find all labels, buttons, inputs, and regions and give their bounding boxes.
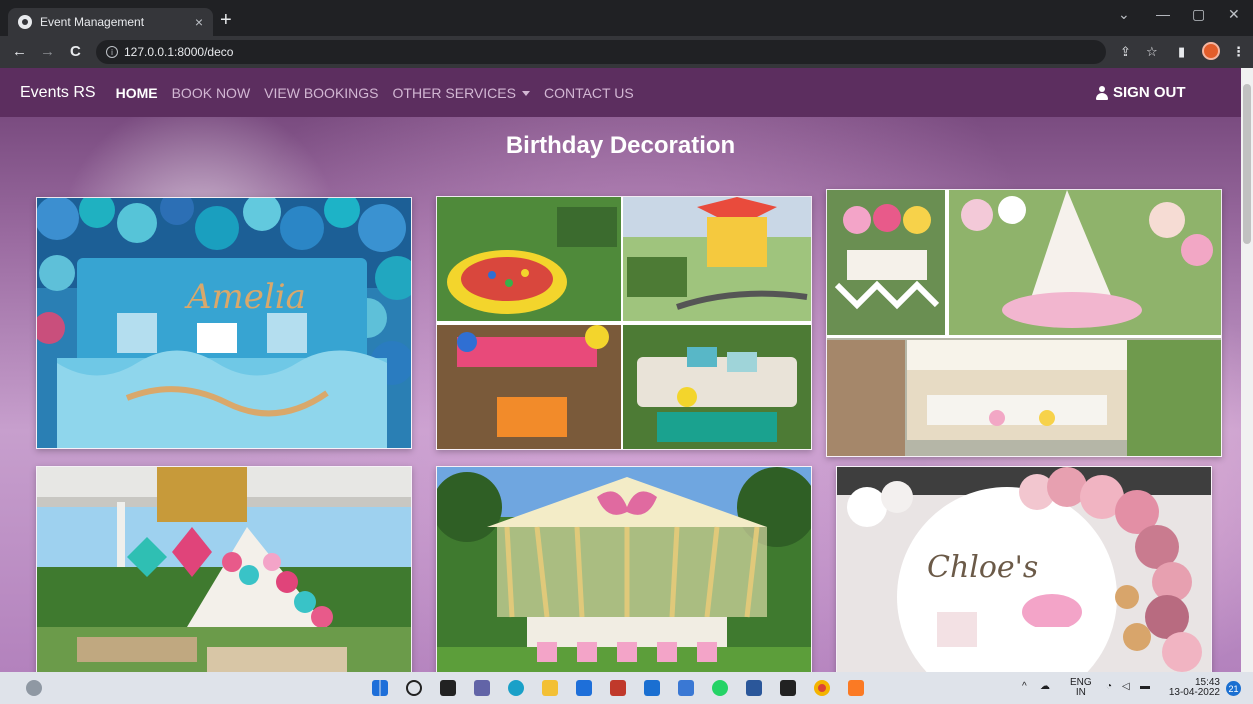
site-info-icon[interactable]: i — [106, 46, 118, 58]
nav-other-services-label: OTHER SERVICES — [392, 84, 516, 101]
photo-butterfly-canopy — [436, 466, 812, 672]
chloes-text: Chloe's — [927, 550, 1038, 585]
start-icon[interactable] — [372, 680, 388, 696]
battery-icon[interactable]: ▬ — [1140, 682, 1150, 692]
page-scrollbar[interactable] — [1241, 68, 1253, 672]
photo-pastel-picnic-collage — [826, 189, 1222, 457]
address-bar-row: ← → C i 127.0.0.1:8000/deco ⇪ ☆ ▮ ⋮ — [0, 36, 1253, 68]
side-panel-icon[interactable]: ▮ — [1178, 44, 1185, 60]
nav-home[interactable]: HOME — [116, 85, 158, 101]
browser-menu-icon[interactable]: ⋮ — [1232, 44, 1245, 60]
clock[interactable]: 15:43 13-04-2022 — [1168, 678, 1220, 698]
new-tab-button[interactable]: + — [220, 10, 232, 30]
nav-book-now[interactable]: BOOK NOW — [172, 85, 251, 101]
nav-view-bookings[interactable]: VIEW BOOKINGS — [264, 85, 378, 101]
word-icon[interactable] — [746, 680, 762, 696]
notification-badge[interactable]: 21 — [1226, 681, 1241, 696]
photo-pergola-tent-party — [36, 466, 412, 672]
page-viewport: Events RS HOME BOOK NOW VIEW BOOKINGS OT… — [0, 68, 1253, 672]
url-text: 127.0.0.1:8000/deco — [124, 45, 234, 59]
photo-pink-balloon-arch: Chloe's — [836, 466, 1212, 672]
bookmark-star-icon[interactable]: ☆ — [1146, 44, 1158, 60]
reload-button[interactable]: C — [70, 43, 81, 60]
task-view-icon[interactable] — [440, 680, 456, 696]
whatsapp-icon[interactable] — [712, 680, 728, 696]
forward-button[interactable]: → — [40, 43, 55, 60]
photo-garden-party-collage — [436, 196, 812, 450]
page-title: Birthday Decoration — [505, 132, 736, 159]
browser-tab-bar: Event Management × + ⌄ — ▢ ✕ — [0, 0, 1253, 36]
wifi-icon[interactable]: ◔ — [1106, 682, 1112, 692]
photo-blue-balloon-backdrop: Amelia — [36, 197, 412, 449]
tray-weather-icon[interactable]: ☁ — [1040, 682, 1050, 692]
scrollbar-thumb[interactable] — [1243, 84, 1251, 244]
xampp-icon[interactable] — [848, 680, 864, 696]
volume-icon[interactable]: ◁ — [1122, 682, 1130, 692]
search-icon[interactable] — [406, 680, 422, 696]
back-button[interactable]: ← — [12, 43, 27, 60]
amelia-text: Amelia — [184, 277, 306, 317]
taskbar: ^ ☁ ENG IN ◔ ◁ ▬ 15:43 13-04-2022 21 — [0, 672, 1253, 704]
brand-link[interactable]: Events RS — [20, 84, 96, 102]
terminal-icon[interactable] — [780, 680, 796, 696]
chrome-icon[interactable] — [814, 680, 830, 696]
minimize-button[interactable]: — — [1156, 6, 1170, 22]
sign-out-button[interactable]: SIGN OUT — [1096, 84, 1186, 101]
nav-contact-us[interactable]: CONTACT US — [544, 85, 634, 101]
language-indicator[interactable]: ENG IN — [1070, 678, 1092, 698]
tab-search-icon[interactable]: ⌄ — [1118, 6, 1130, 23]
tab-title: Event Management — [40, 15, 145, 29]
sign-out-label: SIGN OUT — [1113, 84, 1186, 101]
profile-avatar[interactable] — [1202, 42, 1220, 60]
notepad-icon[interactable] — [678, 680, 694, 696]
user-icon — [1096, 85, 1108, 100]
tab-close-icon[interactable]: × — [195, 14, 203, 30]
app-icon[interactable] — [610, 680, 626, 696]
close-window-button[interactable]: ✕ — [1228, 6, 1240, 23]
edge-icon[interactable] — [508, 680, 524, 696]
caret-down-icon — [521, 91, 530, 97]
globe-icon — [18, 15, 32, 29]
widgets-icon[interactable] — [26, 680, 42, 696]
chat-icon[interactable] — [474, 680, 490, 696]
tray-chevron-icon[interactable]: ^ — [1022, 682, 1027, 692]
site-navbar: Events RS HOME BOOK NOW VIEW BOOKINGS OT… — [0, 68, 1241, 117]
lang-bottom: IN — [1075, 687, 1086, 698]
clock-date: 13-04-2022 — [1168, 687, 1220, 698]
url-input[interactable]: i 127.0.0.1:8000/deco — [96, 40, 1106, 64]
file-explorer-icon[interactable] — [542, 680, 558, 696]
browser-tab[interactable]: Event Management × — [8, 8, 213, 36]
nav-other-services[interactable]: OTHER SERVICES — [393, 85, 530, 101]
restore-button[interactable]: ▢ — [1192, 6, 1205, 23]
store-icon[interactable] — [576, 680, 592, 696]
share-icon[interactable]: ⇪ — [1120, 44, 1131, 60]
mail-icon[interactable] — [644, 680, 660, 696]
